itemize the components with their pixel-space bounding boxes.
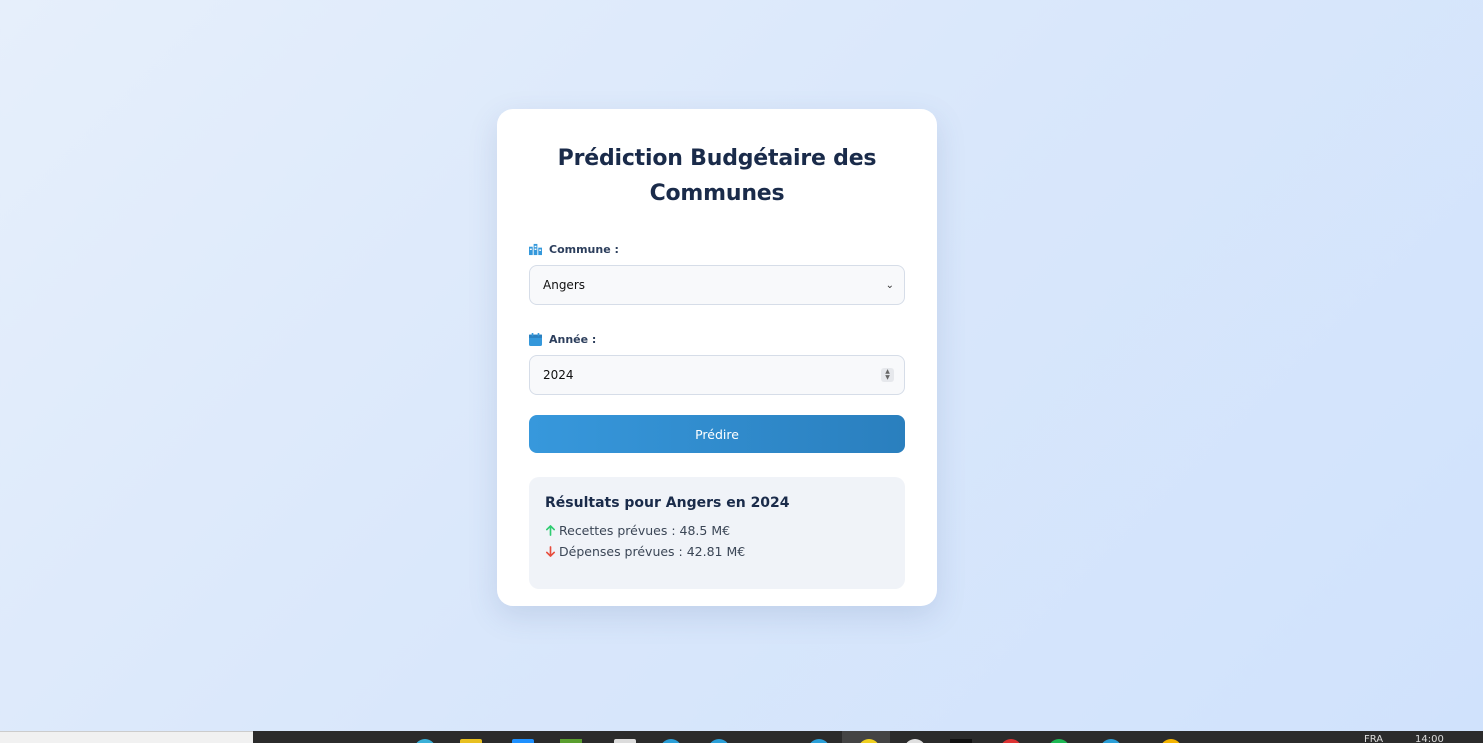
taskbar-search[interactable]	[0, 731, 253, 743]
calendar-icon	[529, 332, 542, 346]
city-icon	[529, 243, 542, 255]
page-title: Prédiction Budgétaire des Communes	[557, 146, 877, 206]
annee-value: 2024	[543, 368, 574, 382]
depenses-text: Dépenses prévues : 42.81 M€	[559, 544, 746, 559]
commune-label-text: Commune :	[549, 242, 619, 256]
edge-icon[interactable]	[414, 739, 436, 743]
results-title: Résultats pour Angers en 2024	[545, 495, 790, 511]
prediction-card: Prédiction Budgétaire des Communes Commu…	[497, 109, 937, 606]
terminal-icon[interactable]	[950, 739, 972, 743]
commune-select[interactable]: Angers ⌄	[529, 265, 905, 305]
taskbar-lang[interactable]: FRA	[1364, 734, 1383, 743]
annee-label-text: Année :	[549, 332, 597, 346]
app-icon-2[interactable]	[708, 739, 730, 743]
app-icon-4[interactable]	[1000, 739, 1022, 743]
folder-icon[interactable]	[460, 739, 482, 743]
taskbar-time[interactable]: 14:00	[1415, 734, 1444, 743]
taskbar: FRA 14:00	[0, 731, 1483, 743]
number-spinner[interactable]: ▲ ▼	[881, 368, 894, 382]
results-panel: Résultats pour Angers en 2024 Recettes p…	[529, 477, 905, 589]
notepad-icon[interactable]	[614, 739, 636, 743]
commune-label: Commune :	[529, 241, 905, 257]
spotify-icon[interactable]	[1048, 739, 1070, 743]
predict-button[interactable]: Prédire	[529, 415, 905, 453]
chevron-down-icon: ⌄	[885, 279, 894, 291]
annee-label: Année :	[529, 331, 905, 347]
recettes-row: Recettes prévues : 48.5 M€	[545, 523, 889, 538]
store-icon[interactable]	[512, 739, 534, 743]
app-icon-1[interactable]	[660, 739, 682, 743]
vscode-icon[interactable]	[808, 739, 830, 743]
minecraft-icon[interactable]	[560, 739, 582, 743]
spinner-down-icon[interactable]: ▼	[885, 375, 890, 381]
arrow-up-icon	[546, 525, 555, 536]
commune-selected-value: Angers	[543, 278, 585, 292]
annee-input[interactable]: 2024 ▲ ▼	[529, 355, 905, 395]
app-icon-3[interactable]	[904, 739, 926, 743]
recettes-text: Recettes prévues : 48.5 M€	[559, 523, 731, 538]
chrome-icon[interactable]	[1160, 739, 1182, 743]
depenses-row: Dépenses prévues : 42.81 M€	[545, 544, 889, 559]
app-icon-5[interactable]	[1100, 739, 1122, 743]
arrow-down-icon	[546, 546, 555, 557]
